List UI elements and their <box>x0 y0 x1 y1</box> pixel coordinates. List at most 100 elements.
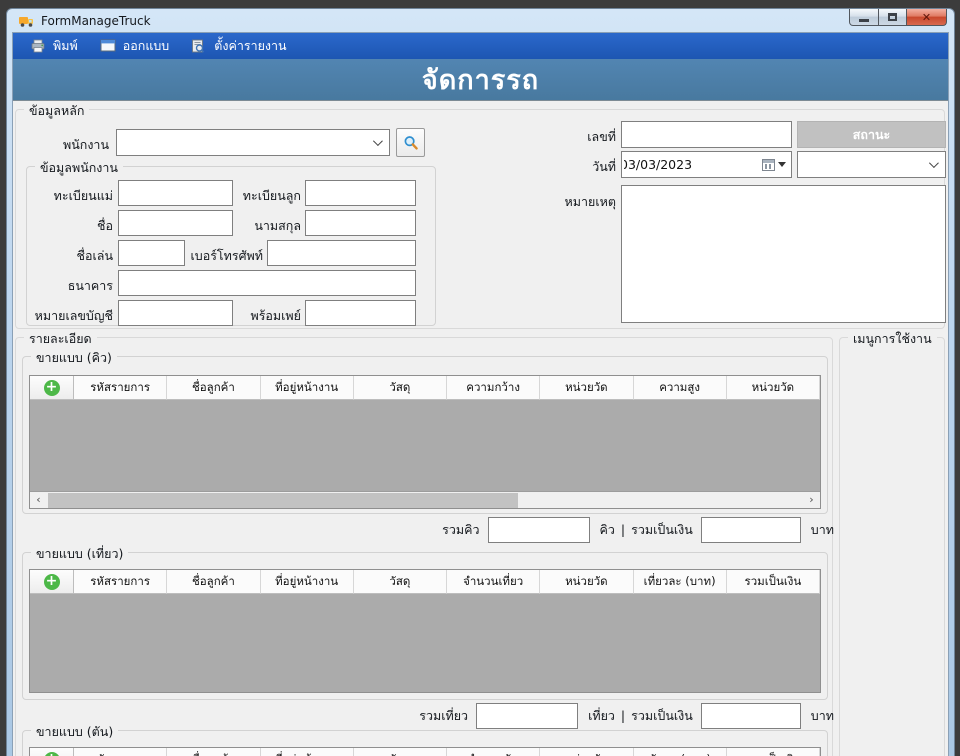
doc-no-input[interactable] <box>621 121 792 148</box>
date-dropdown-icon <box>778 162 786 167</box>
ton-section-group: ขายแบบ (ตัน) + รหัสรายการ ชื่อลูกค้า ที่… <box>22 722 828 756</box>
trip-col-header[interactable]: จำนวนเที่ยว <box>447 570 541 594</box>
ton-col-header[interactable]: รหัสรายการ <box>74 748 168 756</box>
trip-add-button[interactable]: + <box>30 570 74 594</box>
ton-col-header[interactable]: จำนวนตัน <box>447 748 541 756</box>
add-icon: + <box>43 751 60 756</box>
scroll-left-icon[interactable]: ‹ <box>30 492 47 508</box>
reg-mother-label: ทะเบียนแม่ <box>53 188 113 203</box>
report-settings-icon <box>191 39 208 53</box>
trip-col-header[interactable]: รหัสรายการ <box>74 570 168 594</box>
queue-col-header[interactable]: หน่วยวัด <box>540 376 634 400</box>
trip-grid-body <box>30 594 820 692</box>
bank-label: ธนาคาร <box>67 278 113 293</box>
window-controls: ✕ <box>849 9 947 26</box>
account-no-label: หมายเลขบัญชี <box>34 308 113 323</box>
employee-search-button[interactable] <box>396 128 425 157</box>
ton-col-header[interactable]: ชื่อลูกค้า <box>167 748 261 756</box>
note-label: หมายเหตุ <box>564 194 616 209</box>
nickname-label: ชื่อเล่น <box>76 248 113 263</box>
menu-panel-title: เมนูการใช้งาน <box>848 329 937 349</box>
date-picker[interactable]: 03/03/2023 <box>621 151 792 178</box>
queue-total-qty-label: รวมคิว <box>442 521 480 537</box>
ton-col-header[interactable]: ที่อยู่หน้างาน <box>260 748 354 756</box>
trip-col-header[interactable]: ที่อยู่หน้างาน <box>260 570 354 594</box>
employee-info-group: ข้อมูลพนักงาน ทะเบียนแม่ ทะเบียนลูก ชื่อ… <box>26 158 436 326</box>
queue-total-qty-input[interactable] <box>487 516 590 543</box>
phone-input[interactable] <box>267 240 416 266</box>
employee-info-group-title: ข้อมูลพนักงาน <box>35 158 123 178</box>
employee-combobox[interactable] <box>116 129 390 156</box>
last-name-input[interactable] <box>305 210 416 236</box>
close-button[interactable]: ✕ <box>907 9 947 26</box>
trip-col-header[interactable]: วัสดุ <box>353 570 447 594</box>
trip-section-title: ขายแบบ (เที่ยว) <box>31 544 129 564</box>
reg-child-label: ทะเบียนลูก <box>242 188 301 203</box>
doc-no-label: เลขที่ <box>587 129 616 144</box>
trip-col-header[interactable]: เที่ยวละ (บาท) <box>633 570 727 594</box>
design-window-icon <box>100 39 117 53</box>
queue-amount-input[interactable] <box>700 516 801 543</box>
form-body: ข้อมูลหลัก พนักงาน ข้อมูลพนักงาน ทะเบียน… <box>13 101 948 756</box>
ton-add-button[interactable]: + <box>30 748 74 756</box>
print-label: พิมพ์ <box>53 38 78 53</box>
trip-qty-unit-label: เที่ยว <box>588 707 615 723</box>
printer-icon <box>30 39 47 53</box>
queue-qty-unit-label: คิว <box>599 521 615 537</box>
queue-add-button[interactable]: + <box>30 376 74 400</box>
trip-col-header[interactable]: ชื่อลูกค้า <box>167 570 261 594</box>
status-button-label: สถานะ <box>852 126 891 142</box>
trip-amount-label: รวมเป็นเงิน <box>631 707 693 723</box>
ton-col-header[interactable]: วัสดุ <box>353 748 447 756</box>
scrollbar-thumb[interactable] <box>48 493 518 508</box>
trip-grid: + รหัสรายการ ชื่อลูกค้า ที่อยู่หน้างาน ว… <box>29 569 821 693</box>
chevron-down-icon <box>928 158 939 169</box>
queue-section-title: ขายแบบ (คิว) <box>31 348 117 368</box>
queue-col-header[interactable]: ความกว้าง <box>447 376 541 400</box>
queue-col-header[interactable]: ที่อยู่หน้างาน <box>260 376 354 400</box>
ton-col-header[interactable]: หน่วยวัด <box>540 748 634 756</box>
add-icon: + <box>43 379 60 396</box>
note-textarea[interactable] <box>621 185 946 323</box>
main-info-group-title: ข้อมูลหลัก <box>24 101 90 121</box>
app-window: FormManageTruck ✕ พิมพ์ ออกแบบ ตั้งค่ารา… <box>6 8 955 756</box>
separator: | <box>620 522 626 537</box>
window-frame: พิมพ์ ออกแบบ ตั้งค่ารายงาน จัดการรถ ข้อม… <box>12 32 949 756</box>
menu-panel-group: เมนูการใช้งาน <box>839 329 945 756</box>
queue-col-header[interactable]: ชื่อลูกค้า <box>167 376 261 400</box>
status-button[interactable]: สถานะ <box>797 121 946 148</box>
scroll-right-icon[interactable]: › <box>803 492 820 508</box>
reg-child-input[interactable] <box>305 180 416 206</box>
title-bar[interactable]: FormManageTruck ✕ <box>12 9 949 32</box>
promptpay-input[interactable] <box>305 300 416 326</box>
trip-amount-input[interactable] <box>700 702 801 729</box>
maximize-icon <box>888 13 897 21</box>
queue-col-header[interactable]: วัสดุ <box>353 376 447 400</box>
search-icon <box>404 135 418 150</box>
trip-total-qty-input[interactable] <box>476 702 579 729</box>
print-button[interactable]: พิมพ์ <box>21 33 87 59</box>
page-header: จัดการรถ <box>13 59 948 101</box>
design-button[interactable]: ออกแบบ <box>91 33 179 59</box>
ton-col-header[interactable]: รวมเป็นเงิน <box>726 748 820 756</box>
ton-col-header[interactable]: ตันละ (บาท) <box>633 748 727 756</box>
page-title: จัดการรถ <box>421 65 540 96</box>
ton-grid: + รหัสรายการ ชื่อลูกค้า ที่อยู่หน้างาน ว… <box>29 747 821 756</box>
window-title: FormManageTruck <box>41 13 151 28</box>
main-info-group: ข้อมูลหลัก พนักงาน ข้อมูลพนักงาน ทะเบียน… <box>15 101 946 329</box>
queue-col-header[interactable]: หน่วยวัด <box>726 376 820 400</box>
maximize-button[interactable] <box>879 9 907 26</box>
report-settings-button[interactable]: ตั้งค่ารายงาน <box>182 33 295 59</box>
close-icon: ✕ <box>921 10 932 24</box>
queue-col-header[interactable]: รหัสรายการ <box>74 376 168 400</box>
status-combobox[interactable] <box>797 151 946 178</box>
queue-section-group: ขายแบบ (คิว) + รหัสรายการ ชื่อลูกค้า ที่… <box>22 348 828 514</box>
minimize-button[interactable] <box>849 9 879 26</box>
queue-grid-header: + รหัสรายการ ชื่อลูกค้า ที่อยู่หน้างาน ว… <box>30 376 820 400</box>
queue-col-header[interactable]: ความสูง <box>633 376 727 400</box>
trip-col-header[interactable]: รวมเป็นเงิน <box>726 570 820 594</box>
queue-grid-hscrollbar[interactable]: ‹ › <box>30 491 820 508</box>
bank-input[interactable] <box>118 270 416 296</box>
trip-total-qty-label: รวมเที่ยว <box>419 707 469 723</box>
trip-col-header[interactable]: หน่วยวัด <box>540 570 634 594</box>
